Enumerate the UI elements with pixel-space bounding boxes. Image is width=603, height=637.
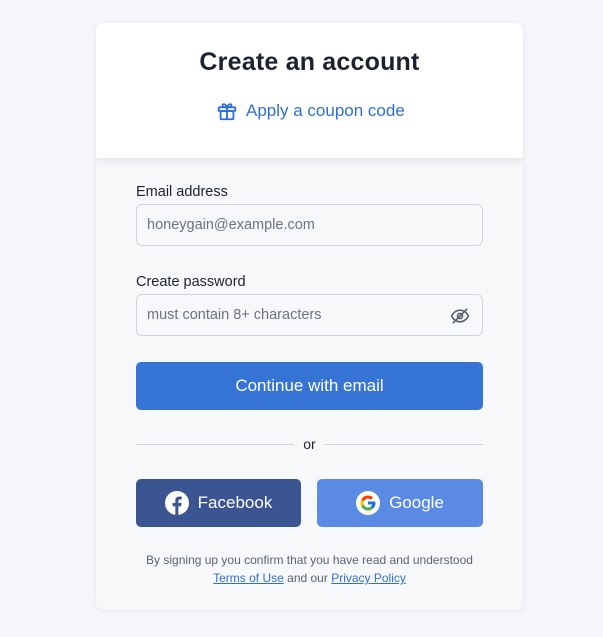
terms-of-use-link[interactable]: Terms of Use [213, 571, 284, 585]
email-field-wrapper [136, 204, 483, 246]
coupon-label: Apply a coupon code [246, 101, 405, 120]
card-header: Create an account Apply a coupon code [96, 23, 523, 158]
privacy-policy-link[interactable]: Privacy Policy [331, 571, 406, 585]
password-label: Create password [136, 274, 246, 290]
legal-line: By signing up you confirm that you have … [146, 553, 473, 567]
google-label: Google [389, 493, 444, 512]
facebook-button[interactable]: Facebook [136, 479, 301, 527]
email-label: Email address [136, 184, 228, 200]
divider-line-right [324, 444, 483, 445]
google-button[interactable]: Google [317, 479, 483, 527]
legal-connector: and our [287, 571, 328, 585]
password-field[interactable] [147, 307, 437, 323]
facebook-label: Facebook [197, 493, 273, 512]
facebook-icon [164, 491, 189, 515]
apply-coupon-link[interactable]: Apply a coupon code [216, 99, 405, 123]
google-icon [356, 491, 381, 515]
page-title: Create an account [199, 48, 420, 76]
continue-with-email-button[interactable]: Continue with email [136, 362, 483, 410]
legal-notice: By signing up you confirm that you have … [96, 551, 523, 587]
signup-card: Create an account Apply a coupon code Em… [96, 23, 523, 610]
password-field-wrapper [136, 294, 483, 336]
eye-off-icon[interactable] [450, 306, 470, 326]
email-field[interactable] [147, 217, 437, 233]
gift-icon [217, 103, 237, 121]
